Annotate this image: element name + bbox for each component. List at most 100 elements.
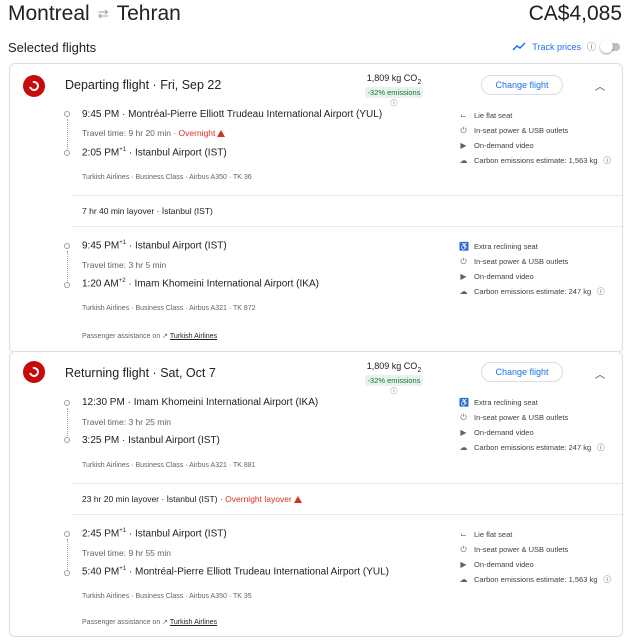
airline-name: Turkish Airlines	[82, 462, 130, 469]
flight-direction: Departing flight	[65, 78, 150, 92]
cabin-class: Business Class	[135, 174, 184, 181]
arrival-time: 3:25 PM	[82, 435, 120, 446]
amenity-item: ☁ Carbon emissions estimate: 247 kg ⓘ	[459, 284, 605, 299]
arrival-time: 2:05 PM	[82, 147, 120, 159]
flight-number: TK 881	[233, 462, 256, 469]
info-icon[interactable]: ⓘ	[597, 442, 605, 453]
airline-link[interactable]: Turkish Airlines	[170, 619, 217, 626]
timeline-dot	[64, 437, 70, 443]
airline-name: Turkish Airlines	[82, 305, 130, 312]
flight-meta: Turkish Airlines · Business Class · Airb…	[82, 462, 256, 469]
amenity-label: In-seat power & USB outlets	[474, 126, 569, 135]
chevron-up-icon[interactable]: ︿	[595, 366, 605, 381]
video-icon: ▶	[460, 560, 467, 569]
info-icon[interactable]: ⓘ	[391, 100, 398, 107]
passenger-assistance: Passenger assistance on ↗ Turkish Airlin…	[82, 618, 217, 626]
amenity-label: On-demand video	[474, 560, 534, 569]
arrival-day-offset: +1	[119, 566, 127, 572]
amenity-item: ♿ Extra reclining seat	[459, 239, 605, 254]
chevron-up-icon[interactable]: ︿	[595, 78, 605, 93]
arrival-row: 1:20 AM+2 · Imam Khomeini International …	[82, 278, 319, 290]
arrival-airport: Istanbul Airport (IST)	[134, 147, 227, 159]
track-prices[interactable]: Track prices ⓘ	[512, 39, 620, 53]
passenger-assistance: Passenger assistance on ↗ Turkish Airlin…	[82, 332, 217, 340]
airline-link[interactable]: Turkish Airlines	[170, 333, 217, 340]
seat-icon: ♿	[459, 398, 469, 407]
amenity-item: ▶ On-demand video	[459, 269, 605, 284]
power-plug-icon: ⏻	[460, 256, 467, 266]
co2-icon: ☁	[459, 575, 468, 584]
power-plug-icon: ⏻	[460, 544, 467, 554]
departure-row: 9:45 PM · Montréal-Pierre Elliott Trudea…	[82, 109, 383, 120]
departure-row: 2:45 PM+1 · Istanbul Airport (IST)	[82, 528, 227, 540]
amenity-item: ⌙ Lie flat seat	[459, 527, 611, 542]
track-prices-label[interactable]: Track prices	[532, 42, 581, 52]
amenity-label: Carbon emissions estimate: 1,563 kg	[474, 156, 598, 165]
departure-time: 12:30 PM	[82, 397, 125, 408]
amenity-item: ▶ On-demand video	[459, 138, 611, 153]
amenity-item: ⏻ In-seat power & USB outlets	[459, 542, 611, 557]
amenity-label: Carbon emissions estimate: 247 kg	[474, 287, 592, 296]
returning-flight-card: Returning flight · Sat, Oct 7 1,809 kg C…	[9, 351, 624, 637]
co2-summary: 1,809 kg CO2 -32% emissions ⓘ	[360, 73, 428, 108]
timeline-line	[67, 119, 68, 149]
flight-meta: Turkish Airlines · Business Class · Airb…	[82, 305, 256, 312]
info-icon[interactable]: ⓘ	[603, 155, 611, 166]
amenity-label: On-demand video	[474, 141, 534, 150]
info-icon[interactable]: ⓘ	[391, 388, 398, 395]
timeline-dot	[64, 570, 70, 576]
info-icon[interactable]: ⓘ	[587, 40, 596, 53]
info-icon[interactable]: ⓘ	[603, 574, 611, 585]
flight-meta: Turkish Airlines · Business Class · Airb…	[82, 174, 252, 181]
aircraft: Airbus A350	[189, 174, 227, 181]
departing-flight-heading: Departing flight · Fri, Sep 22	[65, 78, 222, 92]
amenities-list: ♿ Extra reclining seat ⏻ In-seat power & U…	[459, 395, 605, 455]
amenity-item: ☁ Carbon emissions estimate: 1,563 kg ⓘ	[459, 572, 611, 587]
amenity-item: ♿ Extra reclining seat	[459, 395, 605, 410]
co2-subscript: 2	[417, 366, 422, 374]
amenity-item: ▶ On-demand video	[459, 557, 611, 572]
departure-airport: Imam Khomeini International Airport (IKA…	[133, 397, 319, 408]
route-title: Montreal ⇄ Tehran	[8, 2, 181, 26]
emissions-badge: -32% emissions	[364, 374, 424, 386]
overnight-layover-label: Overnight layover	[225, 494, 292, 504]
total-price: CA$4,085	[528, 2, 622, 25]
amenity-item: ⏻ In-seat power & USB outlets	[459, 410, 605, 425]
flight-number: TK 36	[233, 174, 252, 181]
arrival-row: 2:05 PM+1 · Istanbul Airport (IST)	[82, 147, 227, 159]
origin-city: Montreal	[8, 2, 90, 25]
video-icon: ▶	[460, 428, 467, 437]
airline-name: Turkish Airlines	[82, 174, 130, 181]
travel-time: Travel time: 3 hr 25 min	[82, 417, 171, 427]
flight-meta: Turkish Airlines · Business Class · Airb…	[82, 593, 252, 600]
departure-row: 12:30 PM · Imam Khomeini International A…	[82, 397, 319, 408]
flight-date: Fri, Sep 22	[160, 78, 222, 92]
amenity-label: Lie flat seat	[474, 111, 513, 120]
change-flight-button[interactable]: Change flight	[481, 75, 563, 95]
cabin-class: Business Class	[135, 462, 184, 469]
external-link-icon: ↗	[162, 619, 169, 626]
amenity-label: Lie flat seat	[474, 530, 513, 539]
info-icon[interactable]: ⓘ	[597, 286, 605, 297]
amenities-list: ⌙ Lie flat seat ⏻ In-seat power & USB outl…	[459, 527, 611, 587]
selected-flights-heading: Selected flights	[8, 40, 97, 55]
change-flight-button[interactable]: Change flight	[481, 362, 563, 382]
assistance-label: Passenger assistance on	[82, 333, 161, 340]
airline-name: Turkish Airlines	[82, 593, 130, 600]
arrival-time: 1:20 AM	[82, 278, 119, 290]
timeline-dot	[64, 111, 70, 117]
amenity-label: Carbon emissions estimate: 1,563 kg	[474, 575, 598, 584]
timeline-dot	[64, 150, 70, 156]
aircraft: Airbus A321	[189, 305, 227, 312]
co2-value: 1,809 kg CO	[366, 73, 418, 83]
co2-value: 1,809 kg CO	[366, 361, 418, 371]
arrival-day-offset: +2	[118, 278, 126, 284]
overnight-label: Overnight	[178, 128, 216, 138]
divider	[72, 514, 624, 515]
layover-info: 23 hr 20 min layover · İstanbul (IST)	[82, 494, 218, 504]
track-prices-toggle[interactable]	[600, 39, 620, 53]
arrival-day-offset: +1	[119, 147, 127, 153]
departure-time: 2:45 PM	[82, 528, 120, 540]
departure-day-offset: +1	[119, 528, 127, 534]
amenity-label: Extra reclining seat	[474, 242, 538, 251]
